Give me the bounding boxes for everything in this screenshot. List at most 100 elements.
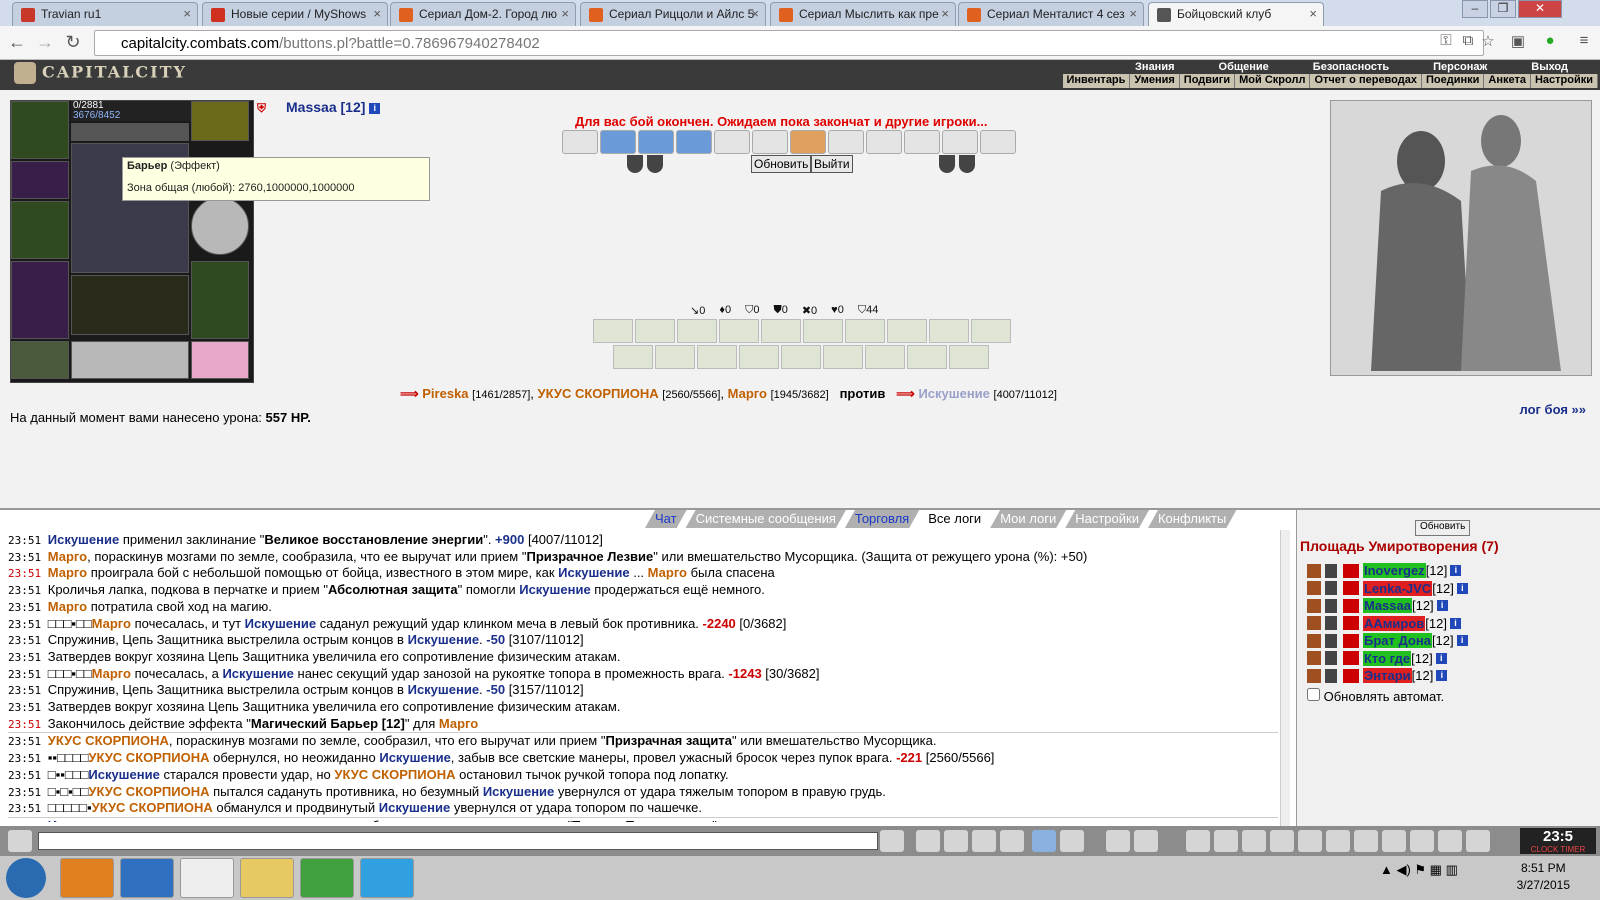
skill-button[interactable] (677, 319, 717, 343)
skill-button[interactable] (613, 345, 653, 369)
top-menu-item[interactable]: Знания (1113, 61, 1196, 74)
chrome-taskbar[interactable] (180, 858, 234, 898)
browser-tab[interactable]: Сериал Риццоли и Айлс 5 × (580, 2, 766, 26)
sub-menu-item[interactable]: Умения (1130, 74, 1180, 88)
amulet-slot[interactable] (191, 101, 249, 141)
tab-close-icon[interactable]: × (561, 6, 569, 21)
sword-icon[interactable] (1214, 830, 1238, 852)
info-icon[interactable]: i (1436, 670, 1448, 682)
ie-taskbar[interactable] (120, 858, 174, 898)
key-icon[interactable]: ⚿ (1436, 32, 1456, 52)
refresh-button[interactable]: Обновить (751, 155, 812, 173)
weapon-slot-2[interactable] (11, 201, 69, 259)
bag-icon[interactable] (1186, 830, 1210, 852)
back-icon[interactable]: ← (6, 31, 28, 53)
menu-icon[interactable]: ≡ (1574, 32, 1594, 52)
sub-menu-item[interactable]: Настройки (1531, 74, 1598, 88)
chat-tab[interactable]: Конфликты (1148, 510, 1236, 528)
inventory-icon[interactable] (1326, 830, 1350, 852)
tab-close-icon[interactable]: × (941, 6, 949, 21)
close-window-button[interactable]: ✕ (1518, 0, 1562, 18)
player-row[interactable]: Кто где [12] i (1307, 650, 1468, 668)
skype-taskbar[interactable] (360, 858, 414, 898)
potion-icon[interactable] (1242, 830, 1266, 852)
skill-button[interactable] (845, 319, 885, 343)
sub-menu-item[interactable]: Мой Скролл (1235, 74, 1311, 88)
boots-slot[interactable] (11, 341, 69, 379)
character-name[interactable]: ⛨ Massaa [12] i (257, 99, 381, 116)
player-row[interactable]: Брат Дона [12] i (1307, 632, 1468, 650)
skill-button[interactable] (803, 319, 843, 343)
info-icon[interactable]: i (1450, 565, 1462, 577)
scroll-icon[interactable] (1298, 830, 1322, 852)
top-menu-item[interactable]: Выход (1509, 61, 1590, 74)
skill-button[interactable] (823, 345, 863, 369)
player-row[interactable]: Lenka-JVC [12] i (1307, 580, 1468, 598)
sub-menu-item[interactable]: Поединки (1422, 74, 1485, 88)
chat-tab[interactable]: Торговля (845, 510, 919, 528)
translate-icon[interactable]: ⧉ (1458, 32, 1478, 52)
start-button[interactable] (6, 858, 46, 898)
save-icon[interactable] (972, 830, 996, 852)
team1-fighter-2[interactable]: УКУС СКОРПИОНА (538, 386, 659, 401)
chest-icon[interactable] (1270, 830, 1294, 852)
player-name[interactable]: AAмиров (1363, 615, 1426, 631)
chat-menu-icon[interactable] (8, 830, 32, 852)
skill-button[interactable] (697, 345, 737, 369)
pants-slot[interactable] (191, 261, 249, 339)
browser-tab[interactable]: Сериал Дом-2. Город лю × (390, 2, 576, 26)
battle-log-link[interactable]: лог боя »» (1519, 402, 1586, 417)
player-name[interactable]: Брат Дона (1363, 633, 1432, 649)
info-icon[interactable]: i (1449, 617, 1461, 629)
chat-input[interactable] (38, 832, 878, 850)
smiley-icon[interactable] (1106, 830, 1130, 852)
extension-green-icon[interactable]: ● (1540, 32, 1560, 52)
fighter-icon[interactable] (1000, 830, 1024, 852)
media-player-taskbar[interactable] (60, 858, 114, 898)
player-name[interactable]: Lenka-JVC (1363, 580, 1433, 596)
team2-fighter-1[interactable]: Искушение (918, 386, 989, 401)
auto-refresh-checkbox[interactable] (1307, 688, 1320, 701)
info-icon[interactable]: i (1456, 635, 1468, 647)
sub-menu-item[interactable]: Отчет о переводах (1310, 74, 1422, 88)
location-refresh-button[interactable]: Обновить (1415, 520, 1471, 536)
weapon-slot[interactable] (11, 161, 69, 199)
log-scrollbar[interactable] (1280, 530, 1290, 826)
explorer-taskbar[interactable] (240, 858, 294, 898)
empty-rune-slots[interactable] (71, 341, 189, 379)
reload-icon[interactable]: ↻ (62, 31, 84, 53)
skill-button[interactable] (887, 319, 927, 343)
maximize-button[interactable]: ❐ (1490, 0, 1516, 18)
sub-menu-item[interactable]: Инвентарь (1063, 74, 1131, 88)
info-icon[interactable]: i (1456, 582, 1468, 594)
shield-slot[interactable] (191, 197, 249, 255)
skill-button[interactable] (971, 319, 1011, 343)
tab-close-icon[interactable]: × (1129, 6, 1137, 21)
tab-close-icon[interactable]: × (751, 6, 759, 21)
chat-tab[interactable]: Чат (645, 510, 687, 528)
chat-tab[interactable]: Настройки (1065, 510, 1149, 528)
utorrent-taskbar[interactable] (300, 858, 354, 898)
filter-icon[interactable] (944, 830, 968, 852)
skill-button[interactable] (593, 319, 633, 343)
browser-tab[interactable]: Сериал Мыслить как пре × (770, 2, 956, 26)
player-row[interactable]: AAмиров [12] i (1307, 615, 1468, 633)
skill-button[interactable] (865, 345, 905, 369)
player-name[interactable]: Кто где (1363, 650, 1412, 666)
tab-close-icon[interactable]: × (373, 6, 381, 21)
player-row[interactable]: Massaa [12] i (1307, 597, 1468, 615)
extension-icon[interactable]: ▣ (1508, 32, 1528, 52)
first-aid-icon[interactable] (1354, 830, 1378, 852)
info-icon[interactable]: i (1436, 600, 1448, 612)
skill-button[interactable] (781, 345, 821, 369)
star-icon[interactable]: ☆ (1478, 32, 1498, 52)
skill-button[interactable] (929, 319, 969, 343)
tab-close-icon[interactable]: × (183, 6, 191, 21)
sub-menu-item[interactable]: Анкета (1484, 74, 1531, 88)
chat-tab[interactable]: Системные сообщения (686, 510, 846, 528)
system-clock[interactable]: 8:51 PM 3/27/2015 (1517, 860, 1570, 894)
browser-tab[interactable]: Travian ru1 × (12, 2, 198, 26)
gift-slot[interactable] (191, 341, 249, 379)
paw-icon[interactable] (1410, 830, 1434, 852)
tab-close-icon[interactable]: × (1309, 6, 1317, 21)
